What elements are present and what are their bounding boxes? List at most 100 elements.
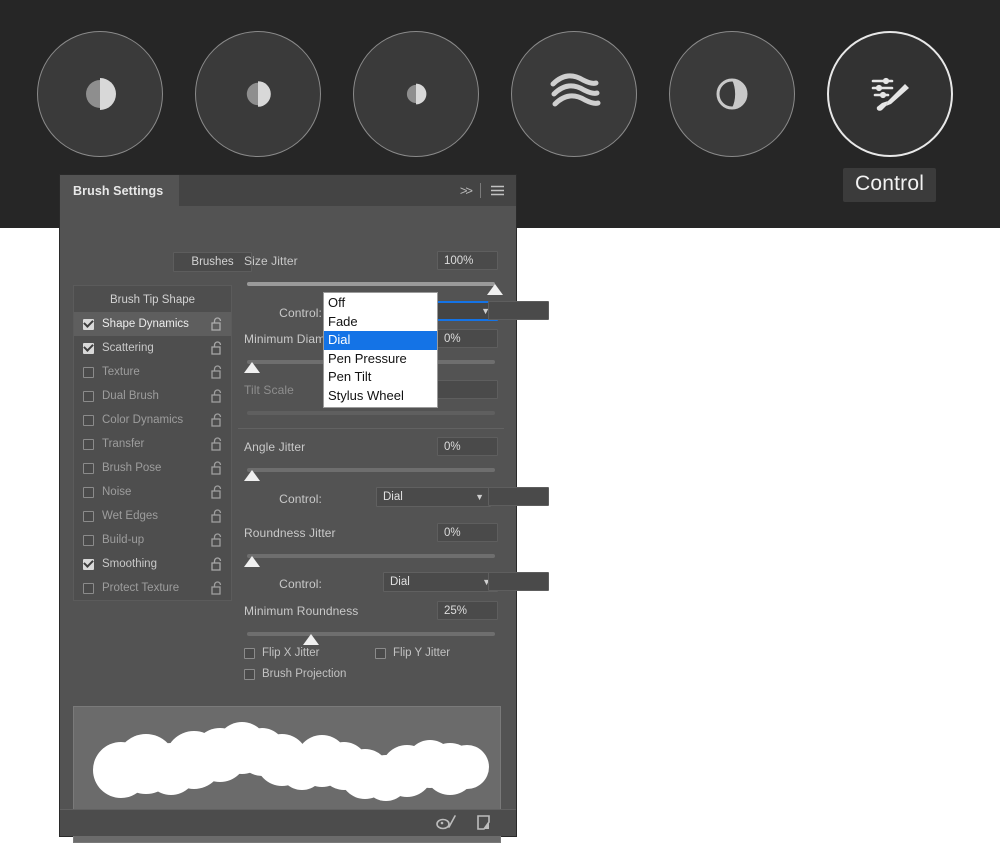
value-tilt-scale[interactable]: [437, 380, 498, 399]
dropdown-option-pen-pressure[interactable]: Pen Pressure: [324, 350, 437, 369]
checkbox-dual-brush[interactable]: [83, 391, 94, 402]
slider-thumb-minimum-roundness[interactable]: [303, 634, 319, 645]
lock-open-icon[interactable]: [211, 365, 224, 379]
label-roundness-jitter: Roundness Jitter: [244, 526, 336, 540]
checkbox-flip-y-jitter[interactable]: [375, 648, 386, 659]
lock-open-icon[interactable]: [211, 389, 224, 403]
preset-crescent[interactable]: [669, 31, 795, 157]
checkbox-noise[interactable]: [83, 487, 94, 498]
option-transfer[interactable]: Transfer: [74, 432, 231, 456]
label-brush-projection: Brush Projection: [262, 668, 346, 680]
lock-open-icon[interactable]: [211, 509, 224, 523]
option-dual-brush[interactable]: Dual Brush: [74, 384, 231, 408]
value-angle-jitter[interactable]: 0%: [437, 437, 498, 456]
chevron-down-icon: ▼: [475, 492, 484, 502]
value-size-jitter[interactable]: 100%: [437, 251, 498, 270]
lock-open-icon[interactable]: [211, 461, 224, 475]
dropdown-option-fade[interactable]: Fade: [324, 313, 437, 332]
value-roundness-jitter[interactable]: 0%: [437, 523, 498, 542]
value-minimum-roundness[interactable]: 25%: [437, 601, 498, 620]
option-label: Shape Dynamics: [102, 318, 189, 330]
label-size-control: Control:: [277, 306, 322, 320]
select-angle-control[interactable]: Dial ▼: [376, 487, 491, 507]
option-label: Texture: [102, 366, 140, 378]
slider-angle-jitter[interactable]: [247, 468, 495, 472]
preset-hard-round-3[interactable]: [353, 31, 479, 157]
slider-thumb-size-jitter[interactable]: [487, 284, 503, 295]
slider-roundness-jitter[interactable]: [247, 554, 495, 558]
checkbox-transfer[interactable]: [83, 439, 94, 450]
checkbox-color-dynamics[interactable]: [83, 415, 94, 426]
panel-body: Brushes Brush Tip Shape Shape Dynamics S…: [60, 206, 516, 836]
slider-thumb-roundness-jitter[interactable]: [244, 556, 260, 567]
wave-strokes-icon: [547, 71, 601, 117]
checkbox-build-up[interactable]: [83, 535, 94, 546]
option-protect-texture[interactable]: Protect Texture: [74, 576, 231, 600]
select-roundness-control[interactable]: Dial ▼: [383, 572, 498, 592]
checkbox-scattering[interactable]: [83, 343, 94, 354]
value-minimum-diameter[interactable]: 0%: [437, 329, 498, 348]
value-roundness-control-extra[interactable]: [488, 572, 549, 591]
preset-wave-strokes[interactable]: [511, 31, 637, 157]
slider-tilt-scale[interactable]: [247, 411, 495, 415]
checkbox-row-flip-x[interactable]: Flip X Jitter: [244, 647, 320, 659]
tab-brush-settings[interactable]: Brush Settings: [60, 175, 179, 206]
slider-thumb-angle-jitter[interactable]: [244, 470, 260, 481]
lock-open-icon[interactable]: [211, 485, 224, 499]
hamburger-menu-icon[interactable]: [490, 184, 505, 197]
option-color-dynamics[interactable]: Color Dynamics: [74, 408, 231, 432]
page-background: [0, 228, 60, 836]
checkbox-smoothing[interactable]: [83, 559, 94, 570]
option-build-up[interactable]: Build-up: [74, 528, 231, 552]
select-value: Dial: [383, 491, 403, 503]
lock-open-icon[interactable]: [211, 413, 224, 427]
slider-size-jitter[interactable]: [247, 282, 495, 286]
slider-minimum-roundness[interactable]: [247, 632, 495, 636]
checkbox-brush-pose[interactable]: [83, 463, 94, 474]
select-value: Dial: [390, 576, 410, 588]
new-brush-icon[interactable]: [476, 814, 494, 832]
option-wet-edges[interactable]: Wet Edges: [74, 504, 231, 528]
preset-brush-control[interactable]: [827, 31, 953, 157]
dropdown-option-dial[interactable]: Dial: [324, 331, 437, 350]
checkbox-flip-x-jitter[interactable]: [244, 648, 255, 659]
label-flip-y-jitter: Flip Y Jitter: [393, 647, 450, 659]
checkbox-brush-projection[interactable]: [244, 669, 255, 680]
panel-tab-bar: Brush Settings >>: [60, 175, 516, 206]
value-angle-control-extra[interactable]: [488, 487, 549, 506]
option-shape-dynamics[interactable]: Shape Dynamics: [74, 312, 231, 336]
checkbox-row-brush-projection[interactable]: Brush Projection: [244, 668, 346, 680]
label-angle-jitter: Angle Jitter: [244, 440, 305, 454]
dropdown-option-off[interactable]: Off: [324, 294, 437, 313]
option-smoothing[interactable]: Smoothing: [74, 552, 231, 576]
checkbox-protect-texture[interactable]: [83, 583, 94, 594]
dropdown-option-pen-tilt[interactable]: Pen Tilt: [324, 368, 437, 387]
lock-open-icon[interactable]: [211, 437, 224, 451]
checkbox-shape-dynamics[interactable]: [83, 319, 94, 330]
slider-thumb-minimum-diameter[interactable]: [244, 362, 260, 373]
option-brush-pose[interactable]: Brush Pose: [74, 456, 231, 480]
option-label: Color Dynamics: [102, 414, 183, 426]
brushes-button[interactable]: Brushes: [173, 252, 252, 272]
checkbox-row-flip-y[interactable]: Flip Y Jitter: [375, 647, 450, 659]
preset-hard-round-2[interactable]: [195, 31, 321, 157]
lock-open-icon[interactable]: [211, 533, 224, 547]
brush-tip-shape-header[interactable]: Brush Tip Shape: [74, 288, 231, 312]
lock-open-icon[interactable]: [211, 557, 224, 571]
dropdown-option-stylus-wheel[interactable]: Stylus Wheel: [324, 387, 437, 406]
new-brush-preset-icon[interactable]: [436, 814, 458, 832]
checkbox-wet-edges[interactable]: [83, 511, 94, 522]
control-dropdown-menu[interactable]: Off Fade Dial Pen Pressure Pen Tilt Styl…: [323, 292, 438, 408]
lock-open-icon[interactable]: [211, 581, 224, 595]
preset-hard-round-1[interactable]: [37, 31, 163, 157]
checkbox-texture[interactable]: [83, 367, 94, 378]
option-noise[interactable]: Noise: [74, 480, 231, 504]
option-texture[interactable]: Texture: [74, 360, 231, 384]
collapse-icon[interactable]: >>: [460, 183, 471, 198]
lock-open-icon[interactable]: [211, 341, 224, 355]
lock-open-icon[interactable]: [211, 317, 224, 331]
value-size-control-extra[interactable]: [488, 301, 549, 320]
label-flip-x-jitter: Flip X Jitter: [262, 647, 320, 659]
option-scattering[interactable]: Scattering: [74, 336, 231, 360]
divider: [480, 183, 481, 198]
